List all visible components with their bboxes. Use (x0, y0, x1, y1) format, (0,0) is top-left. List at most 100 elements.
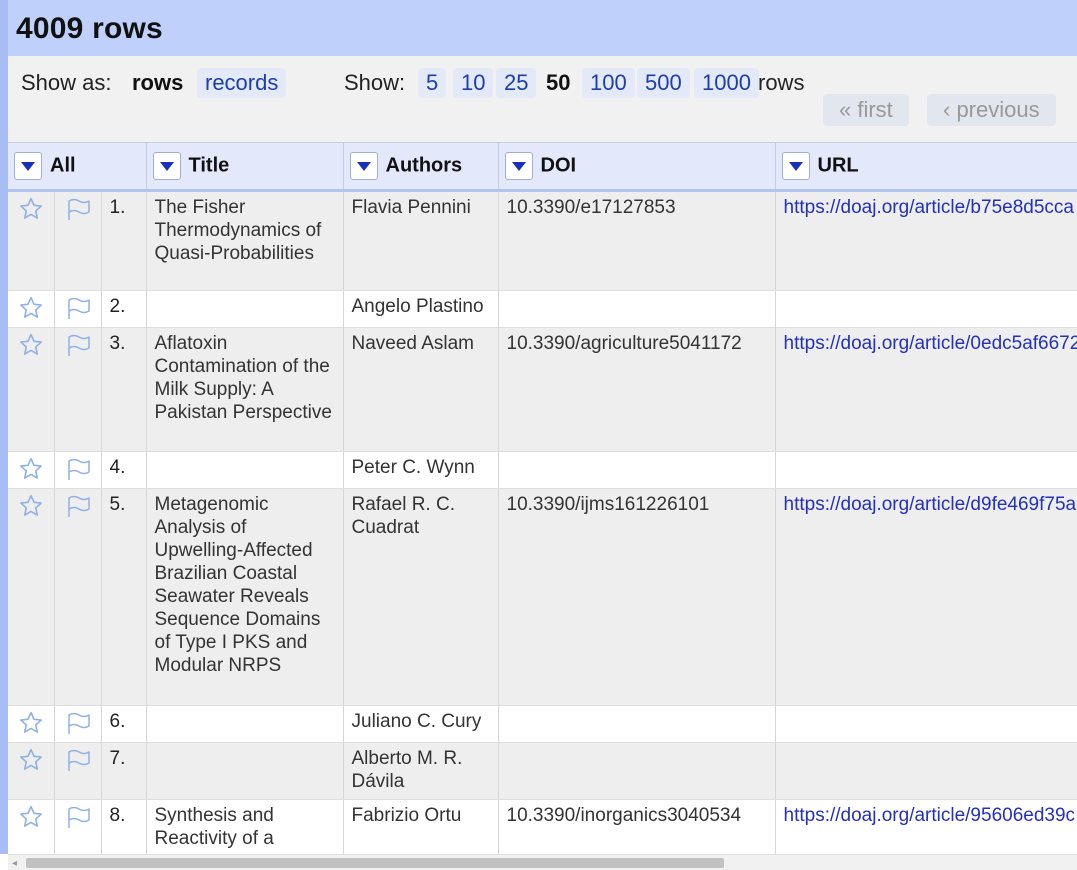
star-cell[interactable] (8, 488, 55, 706)
show-as-label: Show as: (21, 70, 112, 95)
header-bar: 4009 rows (0, 0, 1077, 56)
title-cell: Metagenomic Analysis of Upwelling-Affect… (146, 488, 344, 706)
column-header-doi[interactable]: DOI (498, 142, 776, 192)
title-cell: Synthesis and Reactivity of a (146, 799, 344, 854)
data-grid: All Title Authors DOI URL 1. The Fisher T… (0, 142, 1077, 854)
column-header-title[interactable]: Title (146, 142, 344, 192)
previous-page-button[interactable]: ‹ previous (927, 94, 1056, 126)
flag-icon[interactable] (64, 749, 92, 778)
flag-icon[interactable] (64, 806, 92, 835)
authors-cell: Fabrizio Ortu (343, 799, 499, 854)
authors-cell: Flavia Pennini (343, 190, 499, 291)
show-as-rows-option[interactable]: rows (124, 68, 191, 98)
row-index: 1. (101, 190, 147, 291)
show-label: Show: (344, 70, 406, 95)
url-link[interactable]: https://doaj.org/article/d9fe469f75a (784, 494, 1077, 515)
url-cell: https://doaj.org/article/b75e8d5cca (775, 190, 1077, 291)
page-size-25-button[interactable]: 25 (496, 68, 537, 98)
flag-cell[interactable] (54, 190, 102, 291)
star-icon[interactable] (18, 296, 44, 326)
page-size-1000-button[interactable]: 1000 (694, 68, 759, 98)
star-cell[interactable] (8, 705, 55, 743)
authors-cell: Peter C. Wynn (343, 451, 499, 489)
doi-cell (498, 742, 776, 800)
row-index: 8. (101, 799, 147, 854)
flag-icon[interactable] (64, 495, 92, 524)
page-size-50-selected[interactable]: 50 (538, 68, 578, 98)
dropdown-arrow-icon[interactable] (14, 152, 42, 180)
row-index: 4. (101, 451, 147, 489)
flag-icon[interactable] (64, 334, 92, 363)
table-body: 1. The Fisher Thermodynamics of Quasi-Pro… (8, 190, 1077, 854)
star-icon[interactable] (18, 457, 44, 487)
star-cell[interactable] (8, 327, 55, 452)
authors-cell: Rafael R. C. Cuadrat (343, 488, 499, 706)
doi-cell: 10.3390/inorganics3040534 (498, 799, 776, 854)
dropdown-arrow-icon[interactable] (349, 152, 378, 180)
authors-cell: Juliano C. Cury (343, 705, 499, 743)
star-icon[interactable] (18, 748, 44, 778)
column-header-url[interactable]: URL (775, 142, 1077, 192)
row-index: 5. (101, 488, 147, 706)
row-index: 6. (101, 705, 147, 743)
flag-cell[interactable] (54, 799, 102, 854)
scrollbar-thumb[interactable] (26, 858, 724, 868)
table-row: 4. Peter C. Wynn (8, 451, 1077, 489)
flag-cell[interactable] (54, 742, 102, 800)
table-row: 8. Synthesis and Reactivity of a Fabrizio … (8, 799, 1077, 854)
dropdown-arrow-icon[interactable] (152, 152, 181, 180)
star-icon[interactable] (18, 197, 44, 227)
url-cell (775, 290, 1077, 328)
flag-icon[interactable] (64, 198, 92, 227)
flag-icon[interactable] (64, 458, 92, 487)
row-index: 2. (101, 290, 147, 328)
flag-icon[interactable] (64, 712, 92, 741)
column-label-all: All (50, 154, 76, 177)
flag-cell[interactable] (54, 327, 102, 452)
table-row: 3. Aflatoxin Contamination of the Milk Su… (8, 327, 1077, 452)
doi-cell (498, 290, 776, 328)
url-cell: https://doaj.org/article/0edc5af6672 (775, 327, 1077, 452)
page-size-500-button[interactable]: 500 (637, 68, 690, 98)
dropdown-arrow-icon[interactable] (781, 152, 810, 180)
row-index: 7. (101, 742, 147, 800)
star-icon[interactable] (18, 494, 44, 524)
column-label-authors: Authors (385, 154, 463, 177)
star-icon[interactable] (18, 711, 44, 741)
page-size-5-button[interactable]: 5 (418, 68, 447, 98)
star-cell[interactable] (8, 190, 55, 291)
flag-cell[interactable] (54, 705, 102, 743)
title-cell: Aflatoxin Contamination of the Milk Supp… (146, 327, 344, 452)
flag-cell[interactable] (54, 290, 102, 328)
flag-cell[interactable] (54, 451, 102, 489)
dropdown-arrow-icon[interactable] (504, 152, 533, 180)
horizontal-scrollbar[interactable]: ◂ (8, 854, 1077, 870)
first-page-button[interactable]: « first (823, 94, 909, 126)
star-icon[interactable] (18, 333, 44, 363)
star-cell[interactable] (8, 799, 55, 854)
table-row: 6. Juliano C. Cury (8, 705, 1077, 743)
star-cell[interactable] (8, 290, 55, 328)
column-label-title: Title (188, 154, 230, 177)
column-header-authors[interactable]: Authors (343, 142, 499, 192)
url-link[interactable]: https://doaj.org/article/0edc5af6672 (784, 333, 1077, 354)
table-row: 1. The Fisher Thermodynamics of Quasi-Pro… (8, 190, 1077, 291)
view-toolbar: Show as: rows records Show: 5 10 25 50 1… (0, 56, 1077, 142)
scroll-left-icon[interactable]: ◂ (12, 858, 17, 869)
authors-cell: Alberto M. R. Dávila (343, 742, 499, 800)
url-link[interactable]: https://doaj.org/article/b75e8d5cca (784, 197, 1074, 218)
show-as-records-button[interactable]: records (197, 68, 287, 98)
page-size-10-button[interactable]: 10 (453, 68, 494, 98)
doi-cell (498, 705, 776, 743)
rows-suffix-label: rows (758, 70, 805, 95)
star-icon[interactable] (18, 805, 44, 835)
flag-icon[interactable] (64, 297, 92, 326)
page-size-100-button[interactable]: 100 (582, 68, 635, 98)
title-cell: The Fisher Thermodynamics of Quasi-Proba… (146, 190, 344, 291)
column-header-all[interactable]: All (8, 142, 147, 192)
table-row: 5. Metagenomic Analysis of Upwelling-Affe… (8, 488, 1077, 706)
flag-cell[interactable] (54, 488, 102, 706)
star-cell[interactable] (8, 742, 55, 800)
url-link[interactable]: https://doaj.org/article/95606ed39c (784, 805, 1076, 826)
star-cell[interactable] (8, 451, 55, 489)
